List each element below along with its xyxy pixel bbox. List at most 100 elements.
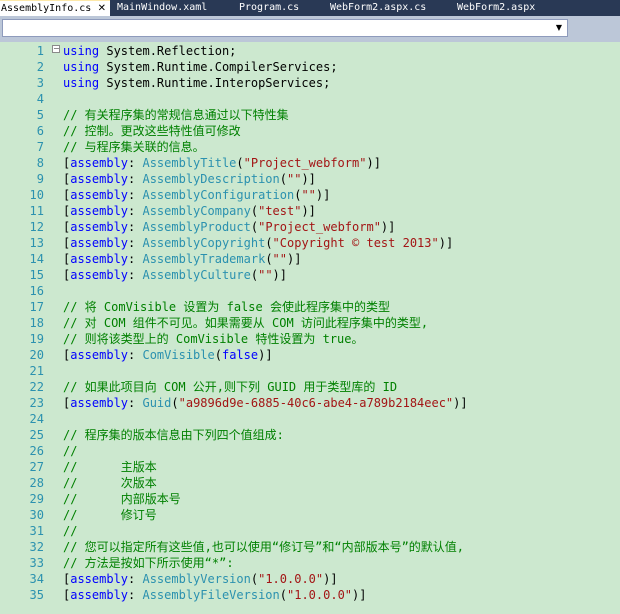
code-editor[interactable]: − 1 using System.Reflection; 2 using System… bbox=[0, 42, 620, 614]
code-text: [assembly: AssemblyDescription("")] bbox=[63, 171, 316, 187]
code-line[interactable]: 9 [assembly: AssemblyDescription("")] bbox=[0, 171, 620, 187]
line-number: 35 bbox=[29, 588, 44, 602]
tab-label: WebForm2.aspx bbox=[457, 2, 536, 13]
tab-program-cs[interactable]: Program.cs bbox=[239, 0, 299, 16]
line-number: 19 bbox=[29, 332, 44, 346]
code-line[interactable]: 30 // 修订号 bbox=[0, 507, 620, 523]
code-line[interactable]: 18 // 对 COM 组件不可见。如果需要从 COM 访问此程序集中的类型, bbox=[0, 315, 620, 331]
code-token: : bbox=[128, 588, 143, 602]
code-line[interactable]: 11 [assembly: AssemblyCompany("test")] bbox=[0, 203, 620, 219]
code-text: // 主版本 bbox=[63, 459, 157, 475]
code-line[interactable]: 31 // bbox=[0, 523, 620, 539]
code-line[interactable]: 3 using System.Runtime.InteropServices; bbox=[0, 75, 620, 91]
code-text: // 您可以指定所有这些值,也可以使用“修订号”和“内部版本号”的默认值, bbox=[63, 539, 464, 555]
code-token: assembly bbox=[70, 348, 129, 362]
line-number: 28 bbox=[29, 476, 44, 490]
code-line[interactable]: 2 using System.Runtime.CompilerServices; bbox=[0, 59, 620, 75]
tab-webform2-aspx[interactable]: WebForm2.aspx bbox=[457, 0, 535, 16]
line-number: 3 bbox=[36, 76, 44, 90]
code-line[interactable]: 32 // 您可以指定所有这些值,也可以使用“修订号”和“内部版本号”的默认值, bbox=[0, 539, 620, 555]
code-line[interactable]: 24 bbox=[0, 411, 620, 427]
code-line[interactable]: 8 [assembly: AssemblyTitle("Project_webfo… bbox=[0, 155, 620, 171]
code-token: ( bbox=[279, 172, 287, 186]
code-line[interactable]: 29 // 内部版本号 bbox=[0, 491, 620, 507]
line-number: 11 bbox=[29, 204, 44, 218]
tab-webform2-aspx-cs[interactable]: WebForm2.aspx.cs bbox=[330, 0, 426, 16]
code-line[interactable]: 34 [assembly: AssemblyVersion("1.0.0.0")] bbox=[0, 571, 620, 587]
line-number: 17 bbox=[29, 300, 44, 314]
member-dropdown[interactable]: ▼ bbox=[2, 19, 568, 37]
code-line[interactable]: 5 // 有关程序集的常规信息通过以下特性集 bbox=[0, 107, 620, 123]
code-text: // 如果此项目向 COM 公开,则下列 GUID 用于类型库的 ID bbox=[63, 379, 397, 395]
code-line[interactable]: 7 // 与程序集关联的信息。 bbox=[0, 139, 620, 155]
code-token: : bbox=[128, 268, 143, 282]
code-line[interactable]: 33 // 方法是按如下所示使用“*”: bbox=[0, 555, 620, 571]
code-line[interactable]: 21 bbox=[0, 363, 620, 379]
code-line[interactable]: 27 // 主版本 bbox=[0, 459, 620, 475]
code-line[interactable]: 6 // 控制。更改这些特性值可修改 bbox=[0, 123, 620, 139]
code-line[interactable]: 26 // bbox=[0, 443, 620, 459]
line-number: 30 bbox=[29, 508, 44, 522]
code-line[interactable]: 17 // 将 ComVisible 设置为 false 会使此程序集中的类型 bbox=[0, 299, 620, 315]
close-icon[interactable]: ✕ bbox=[98, 1, 106, 17]
code-line[interactable]: 23 [assembly: Guid("a9896d9e-6885-40c6-ab… bbox=[0, 395, 620, 411]
code-token: // 次版本 bbox=[63, 476, 157, 490]
code-line[interactable]: 22 // 如果此项目向 COM 公开,则下列 GUID 用于类型库的 ID bbox=[0, 379, 620, 395]
code-text: // 内部版本号 bbox=[63, 491, 181, 507]
code-token: AssemblyProduct bbox=[142, 220, 251, 234]
code-token: assembly bbox=[70, 172, 129, 186]
code-line[interactable]: 10 [assembly: AssemblyConfiguration("")] bbox=[0, 187, 620, 203]
line-number: 26 bbox=[29, 444, 44, 458]
code-line[interactable]: 15 [assembly: AssemblyCulture("")] bbox=[0, 267, 620, 283]
code-line[interactable]: 20 [assembly: ComVisible(false)] bbox=[0, 347, 620, 363]
code-text: using System.Reflection; bbox=[63, 43, 236, 59]
code-line[interactable]: 28 // 次版本 bbox=[0, 475, 620, 491]
line-number: 15 bbox=[29, 268, 44, 282]
code-line[interactable]: 16 bbox=[0, 283, 620, 299]
code-token: // 将 ComVisible 设置为 false 会使此程序集中的类型 bbox=[63, 300, 390, 314]
code-text: // 则将该类型上的 ComVisible 特性设置为 true。 bbox=[63, 331, 364, 347]
code-token: System.Runtime.CompilerServices; bbox=[99, 60, 338, 74]
code-line[interactable]: 35 [assembly: AssemblyFileVersion("1.0.0.… bbox=[0, 587, 620, 603]
code-token: : bbox=[128, 396, 143, 410]
code-token: ( bbox=[236, 156, 244, 170]
code-token: : bbox=[128, 572, 143, 586]
code-text: // 有关程序集的常规信息通过以下特性集 bbox=[63, 107, 289, 123]
code-token: "Project_webform" bbox=[258, 220, 381, 234]
code-text: [assembly: AssemblyVersion("1.0.0.0")] bbox=[63, 571, 338, 587]
code-token: Guid bbox=[142, 396, 172, 410]
code-token: )] bbox=[287, 252, 302, 266]
code-line[interactable]: 1 using System.Reflection; bbox=[0, 43, 620, 59]
code-token: AssemblyFileVersion bbox=[142, 588, 280, 602]
tab-mainwindow-xaml[interactable]: MainWindow.xaml bbox=[117, 0, 207, 16]
code-text: [assembly: AssemblyCopyright("Copyright … bbox=[63, 235, 453, 251]
code-token: assembly bbox=[70, 252, 129, 266]
code-line[interactable]: 4 bbox=[0, 91, 620, 107]
code-token: false bbox=[221, 348, 259, 362]
code-text: [assembly: ComVisible(false)] bbox=[63, 347, 273, 363]
chevron-down-icon[interactable]: ▼ bbox=[556, 23, 562, 32]
code-token: assembly bbox=[70, 204, 129, 218]
code-token: "" bbox=[272, 252, 287, 266]
code-token: "1.0.0.0" bbox=[258, 572, 324, 586]
code-token: assembly bbox=[70, 572, 129, 586]
code-line[interactable]: 14 [assembly: AssemblyTrademark("")] bbox=[0, 251, 620, 267]
code-token: ( bbox=[279, 588, 287, 602]
line-number: 7 bbox=[36, 140, 44, 154]
code-line[interactable]: 13 [assembly: AssemblyCopyright("Copyrigh… bbox=[0, 235, 620, 251]
code-line[interactable]: 12 [assembly: AssemblyProduct("Project_we… bbox=[0, 219, 620, 235]
code-token: "" bbox=[301, 188, 316, 202]
code-token: ( bbox=[250, 268, 259, 282]
tab-assemblyinfo-cs[interactable]: AssemblyInfo.cs ✕ bbox=[0, 0, 110, 16]
code-line[interactable]: 19 // 则将该类型上的 ComVisible 特性设置为 true。 bbox=[0, 331, 620, 347]
code-token: "Project_webform" bbox=[243, 156, 367, 170]
code-token: assembly bbox=[70, 188, 129, 202]
line-number: 23 bbox=[29, 396, 44, 410]
code-token: )] bbox=[272, 268, 287, 282]
code-text: [assembly: AssemblyProduct("Project_webf… bbox=[63, 219, 395, 235]
code-line[interactable]: 25 // 程序集的版本信息由下列四个值组成: bbox=[0, 427, 620, 443]
code-token: // 对 COM 组件不可见。如果需要从 COM 访问此程序集中的类型, bbox=[63, 316, 429, 330]
tab-label: AssemblyInfo.cs bbox=[1, 3, 92, 14]
tab-label: MainWindow.xaml bbox=[117, 2, 208, 13]
line-number: 2 bbox=[36, 60, 44, 74]
